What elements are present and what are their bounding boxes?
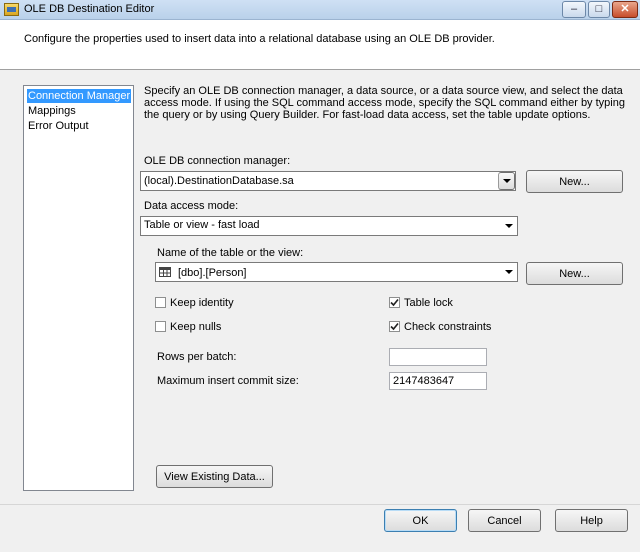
new-connection-button[interactable]: New... (526, 170, 623, 193)
rows-per-batch-input[interactable] (389, 348, 487, 366)
table-name-label: Name of the table or the view: (157, 247, 304, 259)
nav-item-mappings[interactable]: Mappings (27, 104, 77, 118)
table-name-select[interactable]: [dbo].[Person] (155, 262, 518, 282)
chevron-down-icon (504, 270, 513, 274)
connection-manager-label: OLE DB connection manager: (144, 155, 291, 167)
page-description: Specify an OLE DB connection manager, a … (144, 85, 625, 121)
checkmark-icon (390, 322, 399, 331)
help-button[interactable]: Help (555, 509, 628, 532)
connection-manager-dropdown-button[interactable] (498, 172, 515, 190)
check-constraints-checkbox[interactable] (389, 321, 400, 332)
minimize-button[interactable]: – (562, 1, 586, 18)
table-lock-checkbox[interactable] (389, 297, 400, 308)
data-access-mode-select[interactable]: Table or view - fast load (140, 216, 518, 236)
keep-identity-label[interactable]: Keep identity (170, 297, 234, 309)
maximize-button[interactable]: □ (588, 1, 610, 18)
footer-separator (0, 504, 640, 505)
new-table-button[interactable]: New... (526, 262, 623, 285)
keep-nulls-checkbox[interactable] (155, 321, 166, 332)
app-icon (4, 3, 19, 16)
max-insert-commit-label: Maximum insert commit size: (157, 375, 299, 387)
table-name-dropdown-button[interactable] (500, 263, 517, 281)
nav-item-error-output[interactable]: Error Output (27, 119, 90, 133)
close-icon: ✕ (620, 3, 630, 15)
keep-identity-checkbox[interactable] (155, 297, 166, 308)
chevron-down-icon (502, 179, 511, 183)
data-access-mode-dropdown-button[interactable] (500, 217, 517, 235)
maximize-icon: □ (595, 3, 603, 15)
data-access-mode-value: Table or view - fast load (144, 219, 260, 231)
title-bar[interactable]: OLE DB Destination Editor – □ ✕ (0, 0, 640, 20)
keep-nulls-label[interactable]: Keep nulls (170, 321, 221, 333)
table-icon (159, 267, 171, 277)
check-constraints-label[interactable]: Check constraints (404, 321, 491, 333)
ok-button[interactable]: OK (384, 509, 457, 532)
close-button[interactable]: ✕ (612, 1, 638, 18)
cancel-button[interactable]: Cancel (468, 509, 541, 532)
header-band (0, 20, 640, 70)
connection-manager-combo[interactable]: (local).DestinationDatabase.sa (140, 171, 516, 191)
window-title: OLE DB Destination Editor (24, 3, 155, 15)
page-navigation-list: Connection Manager Mappings Error Output (23, 85, 134, 491)
table-lock-label[interactable]: Table lock (404, 297, 453, 309)
table-name-value: [dbo].[Person] (178, 267, 247, 279)
checkmark-icon (390, 298, 399, 307)
max-insert-commit-input[interactable]: 2147483647 (389, 372, 487, 390)
view-existing-data-button[interactable]: View Existing Data... (156, 465, 273, 488)
chevron-down-icon (504, 224, 513, 228)
connection-manager-value: (local).DestinationDatabase.sa (144, 175, 294, 187)
data-access-mode-label: Data access mode: (144, 200, 239, 212)
header-description: Configure the properties used to insert … (24, 33, 495, 45)
rows-per-batch-label: Rows per batch: (157, 351, 237, 363)
nav-item-connection-manager[interactable]: Connection Manager (27, 89, 132, 103)
minimize-icon: – (570, 3, 578, 15)
max-insert-commit-value: 2147483647 (393, 375, 455, 387)
